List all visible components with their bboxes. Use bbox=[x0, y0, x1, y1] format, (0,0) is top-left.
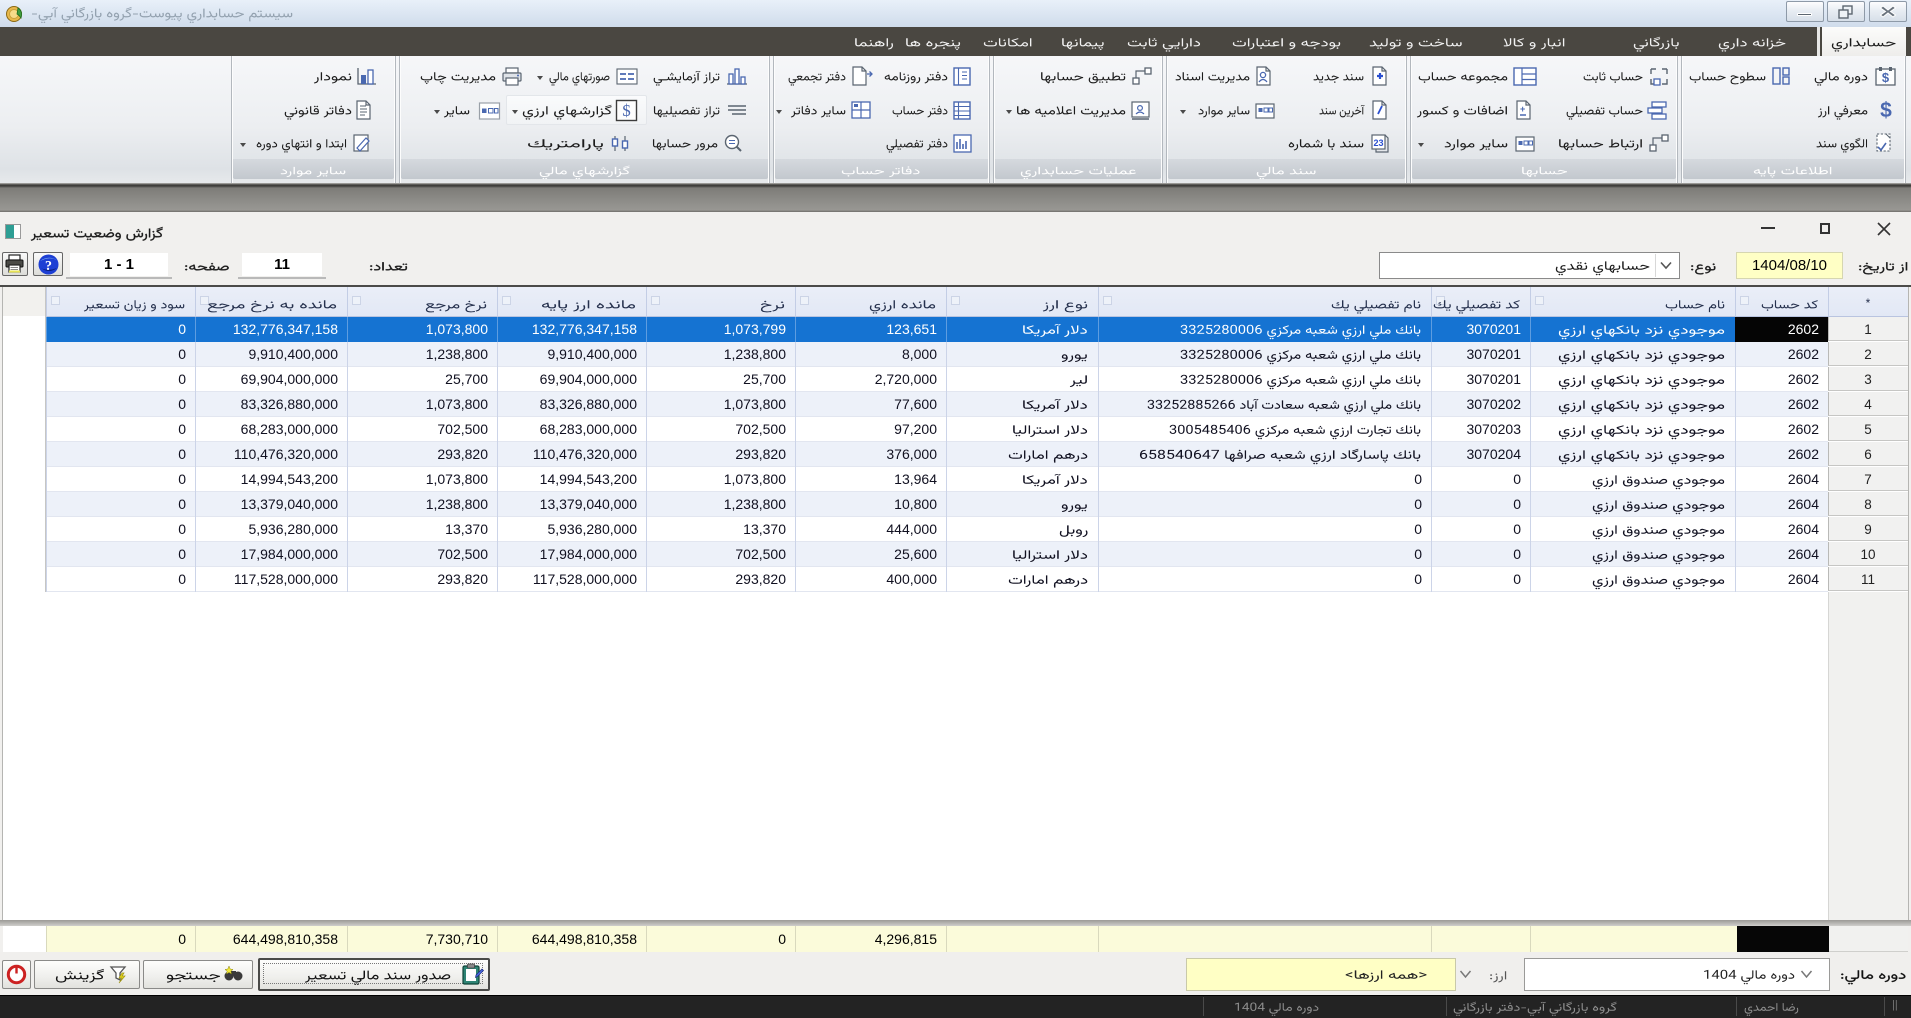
svg-text:23: 23 bbox=[1373, 138, 1383, 148]
svg-text:+: + bbox=[1520, 104, 1525, 114]
svg-text:?: ? bbox=[45, 259, 52, 274]
svg-text:$: $ bbox=[622, 101, 631, 120]
svg-text:$: $ bbox=[1882, 70, 1890, 85]
